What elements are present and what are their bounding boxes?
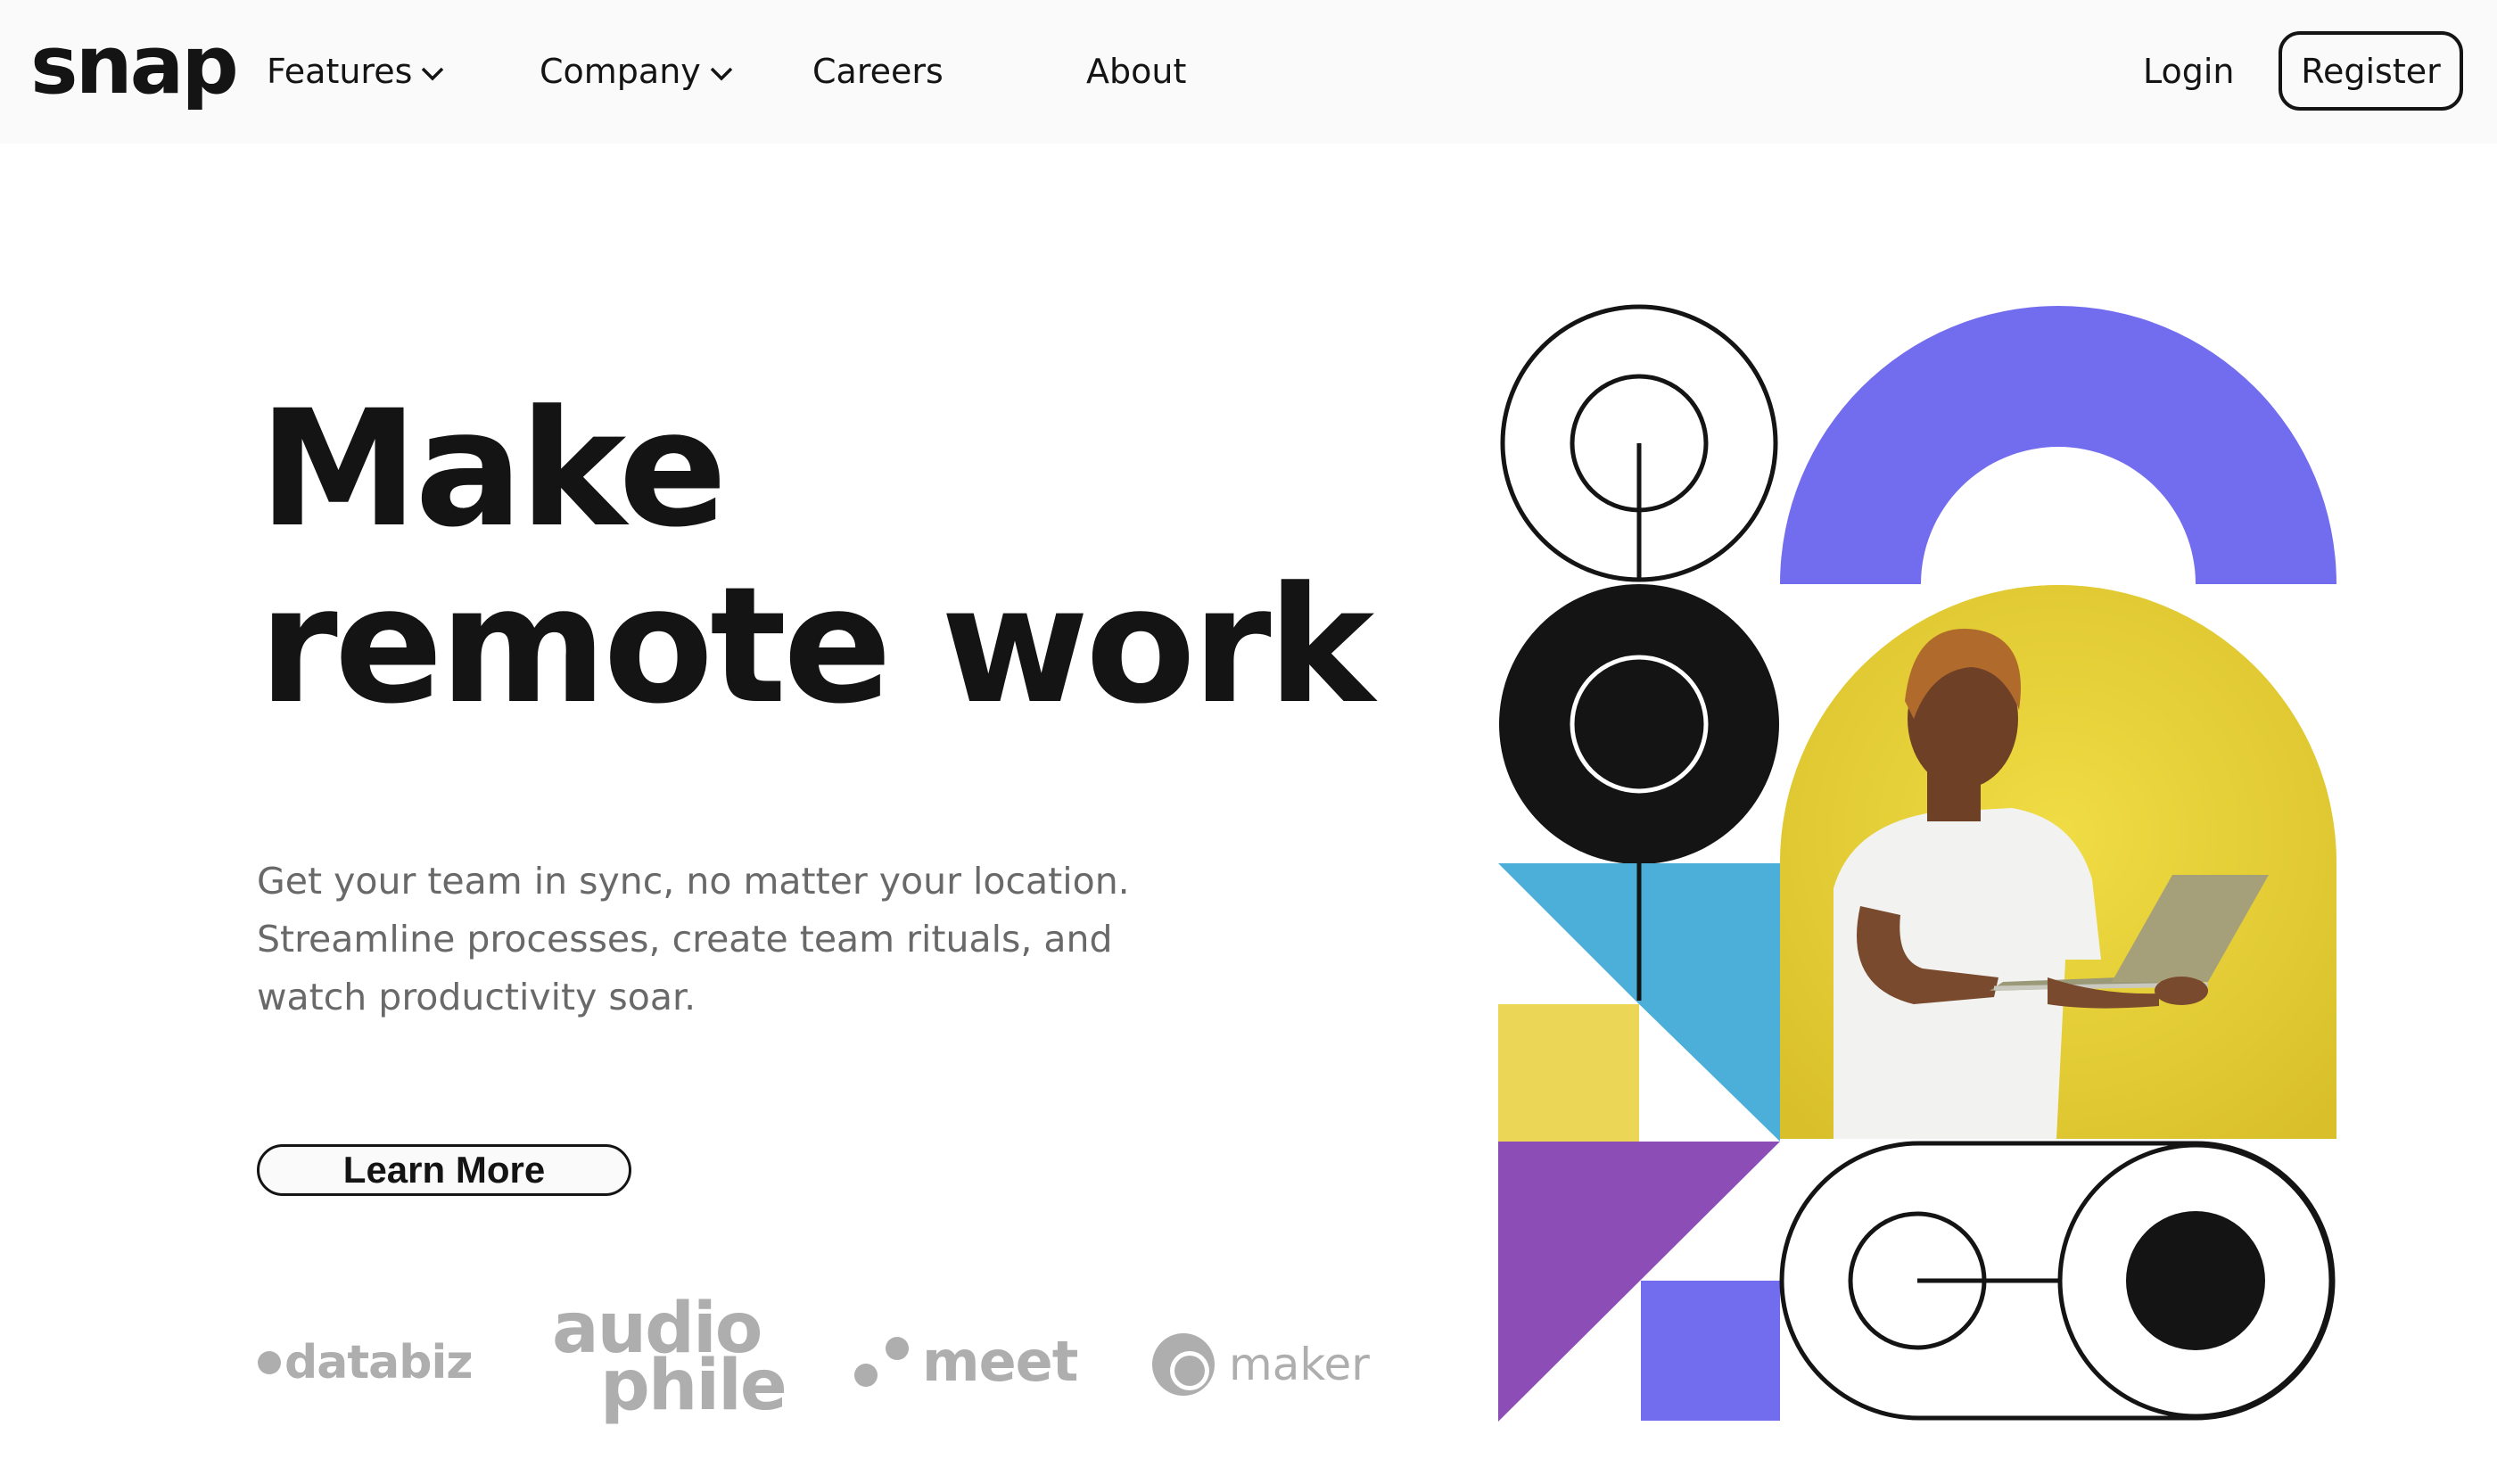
blue-triangle-left (1498, 863, 1639, 1004)
snap-logo[interactable]: snap (30, 12, 239, 120)
nav-features[interactable]: Features (267, 43, 444, 100)
purple-arch-shape (1780, 306, 2336, 584)
person-with-laptop-image (1780, 585, 2336, 1139)
login-link[interactable]: Login (2143, 43, 2235, 100)
hero-photo (1780, 585, 2336, 1139)
nav-careers[interactable]: Careers (812, 43, 944, 100)
site-header: snap Features Company Careers About Logi… (0, 0, 2497, 144)
chevron-down-icon (422, 67, 444, 81)
nav-company-label: Company (540, 52, 701, 91)
black-dot (2126, 1211, 2265, 1350)
meet-dots-icon (854, 1337, 909, 1387)
learn-more-button[interactable]: Learn More (257, 1144, 631, 1196)
hero-title: Make remote work (259, 376, 1374, 739)
client-logo-databiz: databiz (258, 1336, 474, 1389)
register-button[interactable]: Register (2279, 31, 2463, 111)
yellow-square (1498, 1004, 1639, 1142)
nav-features-label: Features (267, 52, 413, 91)
databiz-dot-icon (258, 1351, 281, 1374)
purple-square (1641, 1281, 1780, 1421)
hero-title-line2: remote work (259, 553, 1374, 739)
maker-text: maker (1229, 1339, 1370, 1390)
nav-company[interactable]: Company (540, 43, 733, 100)
chevron-down-icon (710, 67, 733, 81)
client-logo-maker: maker (1150, 1331, 1370, 1397)
hero-description: Get your team in sync, no matter your lo… (257, 860, 1130, 1018)
nav-about[interactable]: About (1086, 43, 1186, 100)
black-circle (1499, 584, 1779, 864)
databiz-text: databiz (284, 1336, 474, 1389)
maker-circle-icon (1152, 1333, 1215, 1396)
client-logo-audiophile: audio phile (552, 1294, 787, 1421)
meet-text: meet (922, 1329, 1078, 1394)
hero-title-line1: Make (259, 376, 728, 563)
client-logo-meet: meet (853, 1329, 1078, 1394)
